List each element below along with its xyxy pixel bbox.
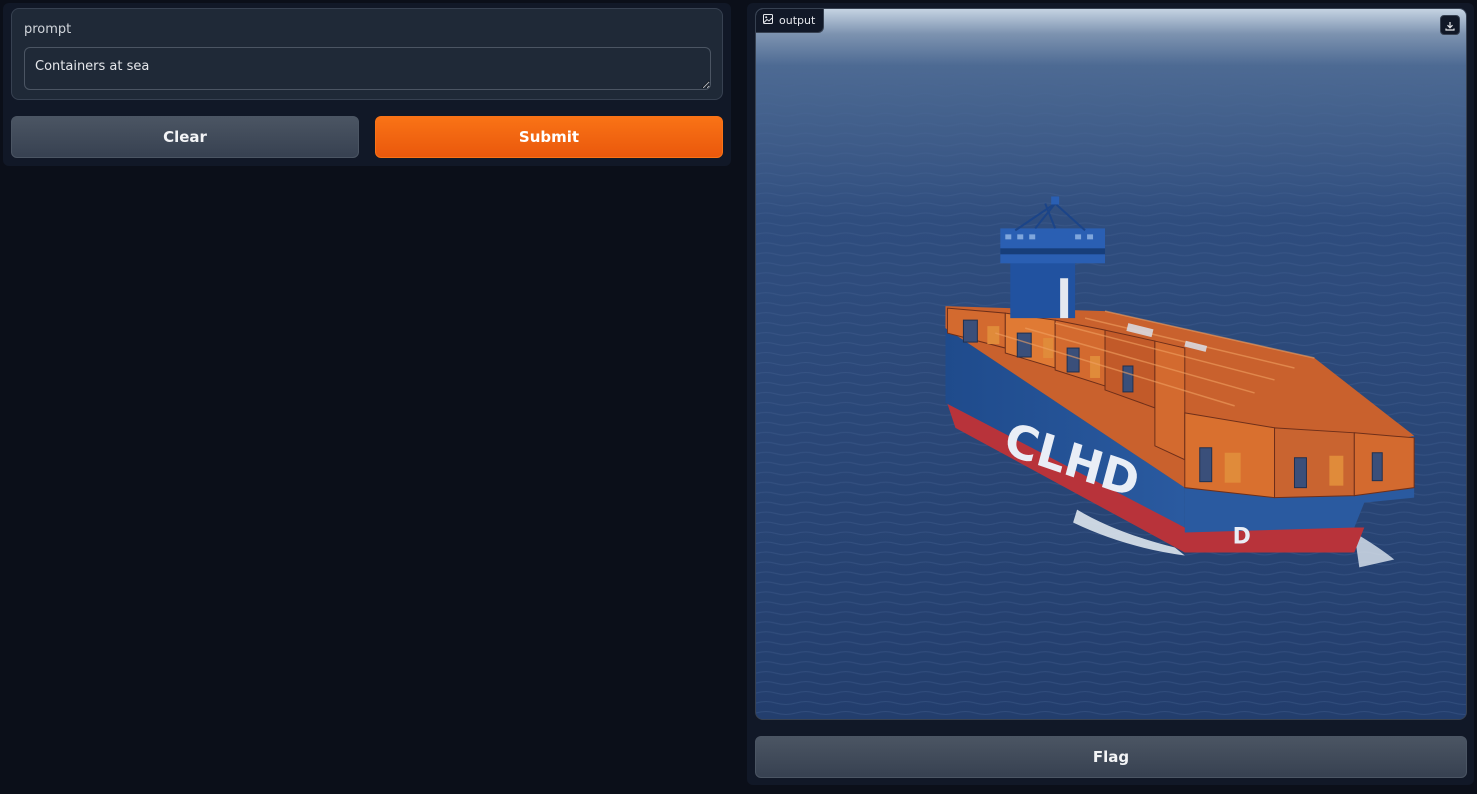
prompt-input[interactable] bbox=[24, 47, 711, 90]
clear-button[interactable]: Clear bbox=[11, 116, 359, 158]
output-image: CLHD D bbox=[756, 9, 1466, 719]
stern-text: D bbox=[1233, 524, 1251, 549]
flag-button[interactable]: Flag bbox=[755, 736, 1467, 778]
download-button[interactable] bbox=[1440, 15, 1460, 35]
output-label-badge: output bbox=[756, 9, 825, 33]
output-label: output bbox=[779, 14, 816, 27]
app-root: prompt Clear Submit output bbox=[0, 0, 1477, 794]
submit-button[interactable]: Submit bbox=[375, 116, 723, 158]
prompt-textbox: prompt bbox=[11, 8, 723, 100]
output-panel: output CLHD D Flag bbox=[747, 3, 1474, 785]
input-panel: prompt Clear Submit bbox=[3, 3, 731, 166]
prompt-label: prompt bbox=[24, 22, 72, 37]
image-icon bbox=[763, 14, 773, 27]
output-image-block: output CLHD D bbox=[755, 8, 1467, 720]
download-icon bbox=[1445, 16, 1455, 35]
